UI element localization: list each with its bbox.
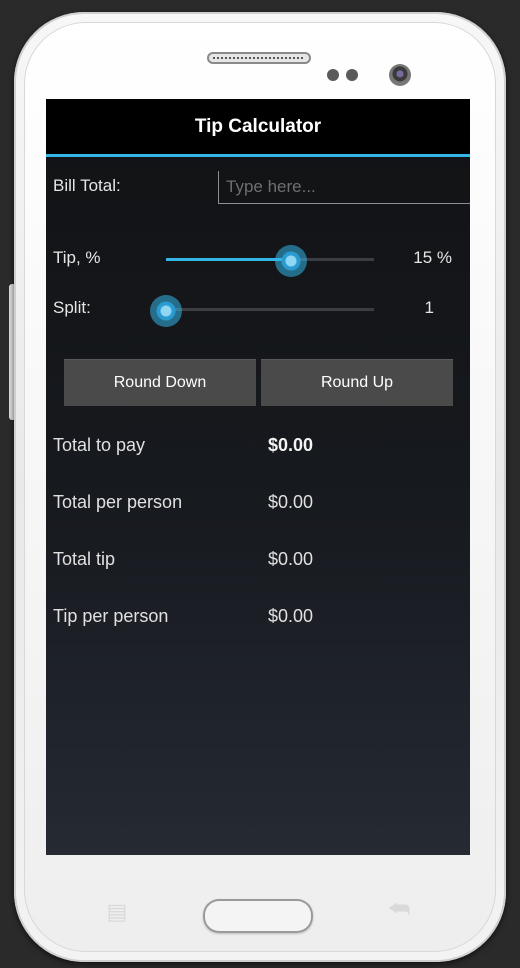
bill-total-input[interactable]	[218, 171, 470, 204]
tip-slider[interactable]	[166, 245, 374, 277]
action-bar: Tip Calculator	[46, 99, 470, 157]
tip-label: Tip, %	[53, 248, 101, 267]
split-slider[interactable]	[150, 295, 374, 327]
tip-slider-fill	[166, 258, 291, 261]
earpiece-speaker-icon	[207, 52, 311, 64]
front-camera-icon	[389, 64, 411, 86]
bill-total-label: Bill Total:	[53, 176, 121, 195]
app-title: Tip Calculator	[194, 116, 322, 137]
round-down-button[interactable]: Round Down	[64, 359, 256, 406]
split-value: 1	[424, 298, 434, 317]
result-label-total-tip: Total tip	[53, 549, 116, 569]
result-value-total-tip: $0.00	[268, 549, 314, 569]
result-label-tip-per-person: Tip per person	[53, 606, 169, 626]
result-value-total-to-pay: $0.00	[268, 435, 314, 455]
back-key-icon[interactable]: ⮪	[384, 898, 414, 922]
light-sensor-icon	[346, 69, 358, 81]
split-label: Split:	[53, 298, 91, 317]
tip-value: 15 %	[413, 248, 452, 267]
split-slider-track	[166, 308, 374, 311]
result-value-total-per-person: $0.00	[268, 492, 314, 512]
result-label-total-per-person: Total per person	[53, 492, 183, 512]
home-button[interactable]	[203, 899, 313, 933]
proximity-sensor-icon	[327, 69, 339, 81]
app-screen: Tip Calculator Bill Total: Tip, % 15 % S…	[46, 99, 470, 855]
menu-key-icon[interactable]: ▤	[104, 901, 130, 923]
result-value-tip-per-person: $0.00	[268, 606, 314, 626]
split-slider-thumb[interactable]	[150, 295, 182, 327]
round-up-button[interactable]: Round Up	[261, 359, 453, 406]
device-frame: Tip Calculator Bill Total: Tip, % 15 % S…	[0, 0, 520, 968]
tip-slider-thumb[interactable]	[275, 245, 307, 277]
result-label-total-to-pay: Total to pay	[53, 435, 146, 455]
